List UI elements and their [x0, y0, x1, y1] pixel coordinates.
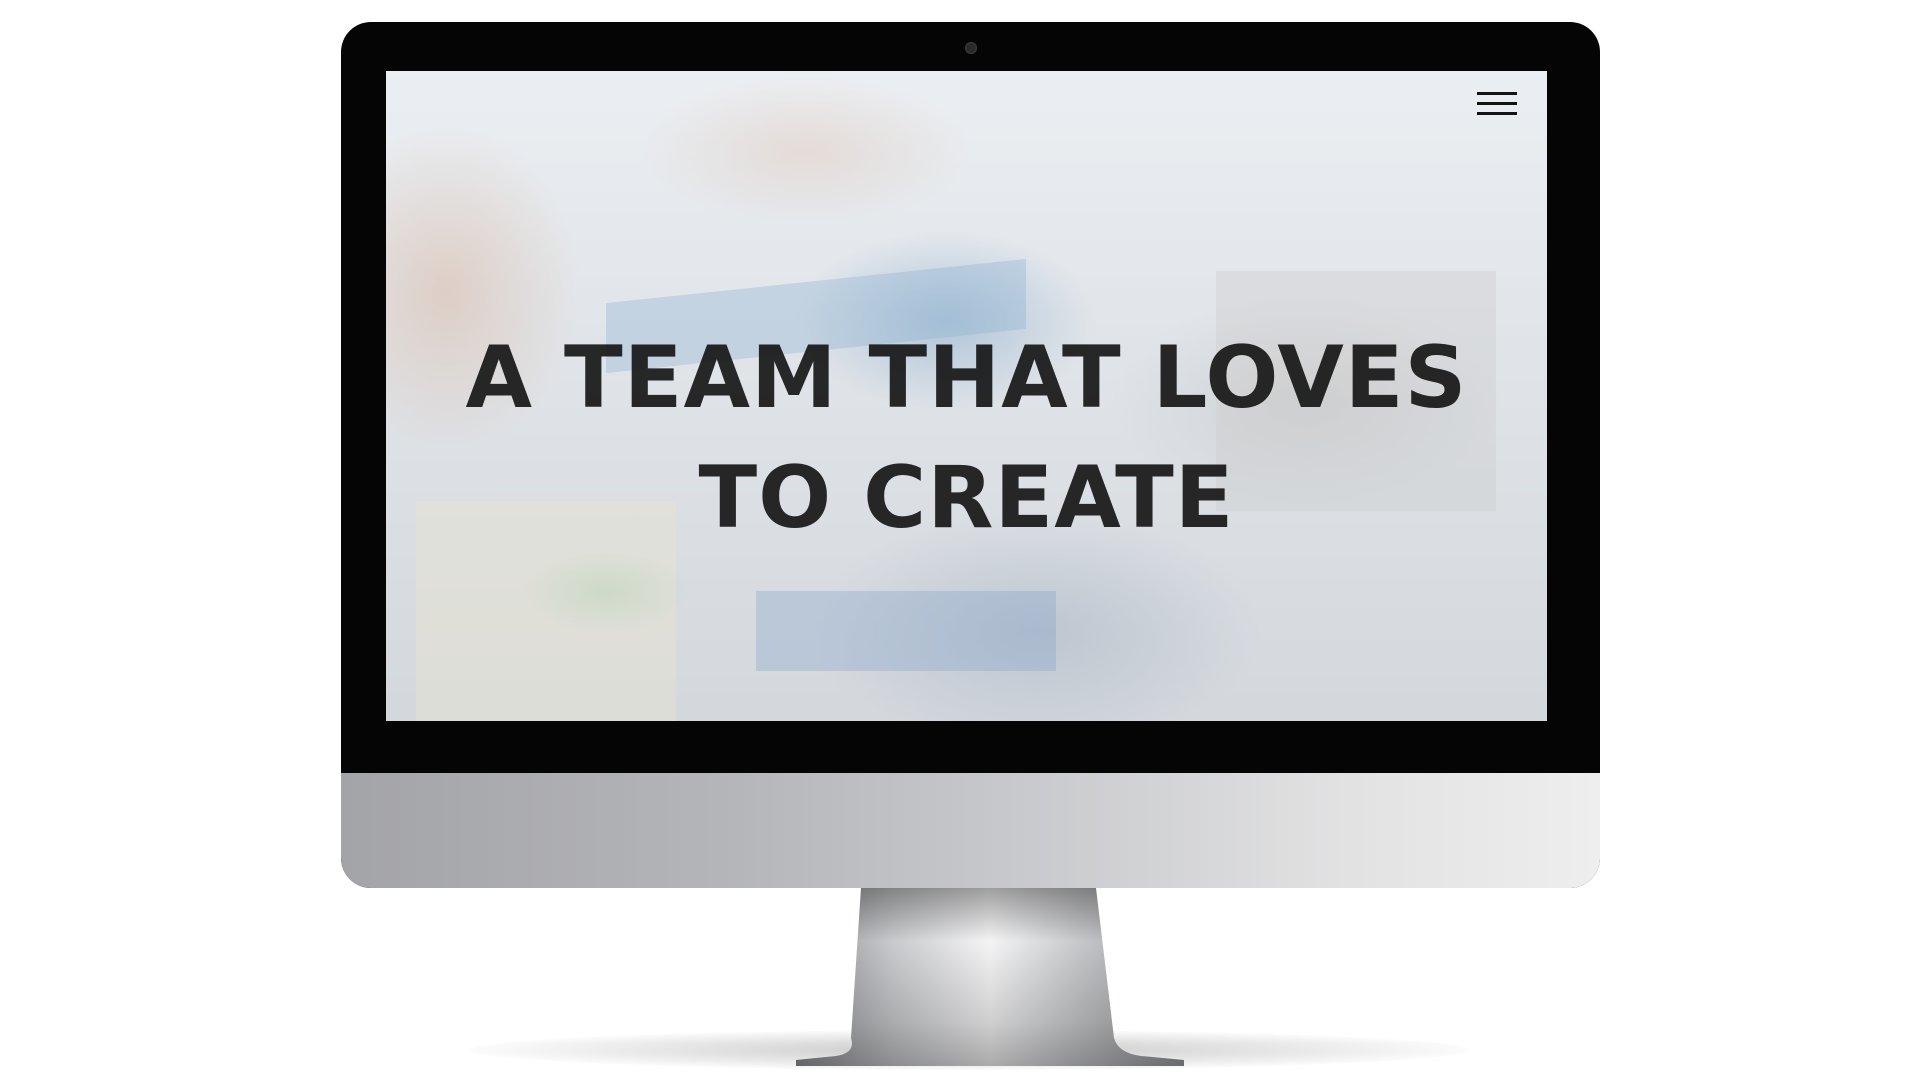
webcam-icon — [965, 42, 977, 54]
monitor-display: A TEAM THAT LOVES TO CREATE — [341, 22, 1600, 888]
monitor-stand — [796, 888, 1184, 1066]
monitor-mockup: A TEAM THAT LOVES TO CREATE — [0, 0, 1920, 1080]
hero-title: A TEAM THAT LOVES TO CREATE — [386, 318, 1547, 558]
monitor-chin — [341, 773, 1600, 888]
website-screen: A TEAM THAT LOVES TO CREATE — [386, 71, 1547, 721]
hero-title-line-2: TO CREATE — [698, 448, 1235, 548]
hamburger-menu-icon[interactable] — [1477, 92, 1517, 118]
hero-title-line-1: A TEAM THAT LOVES — [465, 328, 1468, 428]
